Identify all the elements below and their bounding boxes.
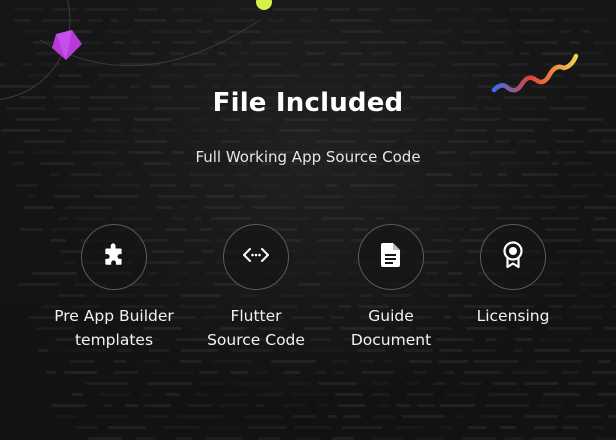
- feature-source-code: Flutter Source Code: [181, 224, 331, 352]
- feature-label: Flutter Source Code: [207, 307, 305, 349]
- feature-licensing: Licensing: [438, 224, 588, 328]
- dot-icon: [256, 0, 272, 10]
- puzzle-icon: [101, 242, 127, 272]
- page-subtitle: Full Working App Source Code: [195, 148, 421, 166]
- feature-templates: Pre App Builder templates: [39, 224, 189, 352]
- feature-icon-circle: [81, 224, 147, 290]
- file-included-banner: File Included Full Working App Source Co…: [0, 0, 616, 440]
- award-badge-icon: [502, 241, 524, 273]
- feature-icon-circle: [480, 224, 546, 290]
- feature-label: Pre App Builder templates: [54, 307, 174, 349]
- feature-icon-circle: [223, 224, 289, 290]
- document-icon: [380, 242, 402, 272]
- page-title: File Included: [212, 88, 404, 118]
- code-brackets-icon: [242, 245, 270, 269]
- feature-icon-circle: [358, 224, 424, 290]
- decorations: [0, 0, 579, 100]
- feature-label: Licensing: [476, 307, 550, 325]
- squiggle-icon: [491, 53, 579, 93]
